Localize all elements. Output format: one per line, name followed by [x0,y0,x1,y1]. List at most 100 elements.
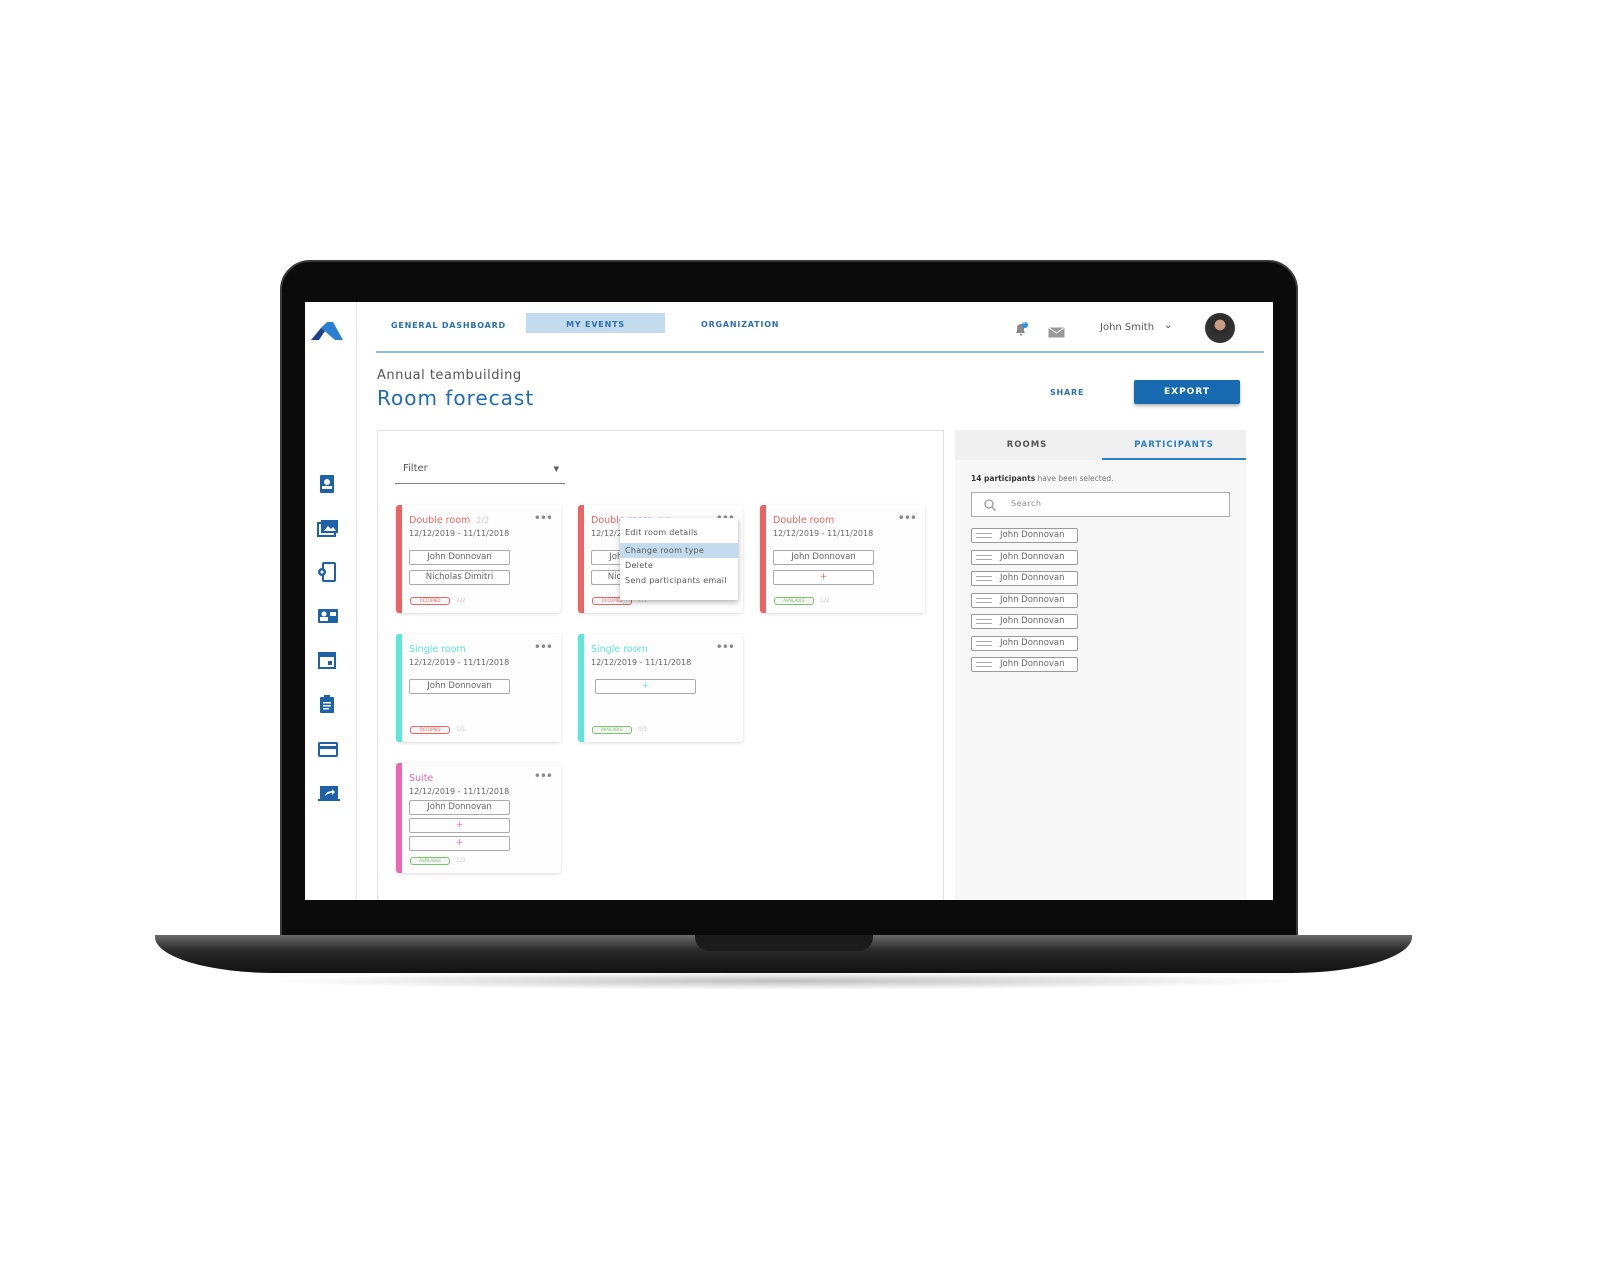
gallery-icon[interactable] [317,518,339,538]
room-type: Double room2/2 [409,515,490,526]
menu-item-delete[interactable]: Delete [620,558,738,573]
tab-participants[interactable]: PARTICIPANTS [1102,440,1246,450]
room-type: Suite [409,773,434,784]
more-options-icon[interactable]: ••• [898,511,917,525]
room-card[interactable]: Suite 12/12/2019 - 11/11/2018 ••• John Do… [396,763,561,873]
status-badge: OCCUPIED [410,726,450,734]
notification-bell-icon[interactable]: 3 [1014,320,1028,336]
selection-text: have been selected. [1035,474,1114,483]
room-dates: 12/12/2019 - 11/11/2018 [591,658,692,667]
participant-item[interactable]: John Donnovan [971,614,1078,629]
drag-handle-icon[interactable] [976,533,992,538]
credit-card-icon[interactable] [317,739,339,759]
tab-organization[interactable]: ORGANIZATION [701,320,779,329]
page-title: Room forecast [377,386,535,410]
room-color-bar [396,634,402,742]
room-dates: 12/12/2019 - 11/11/2018 [409,529,510,538]
mail-icon[interactable] [1048,323,1065,342]
search-placeholder: Search [1011,499,1042,508]
room-color-bar [578,505,584,613]
tab-general-dashboard[interactable]: GENERAL DASHBOARD [391,321,506,330]
sidebar [305,302,357,900]
slot-count: 1/1 [456,726,466,733]
participant-name: John Donnovan [1000,551,1065,562]
participant-name: John Donnovan [1000,637,1065,648]
tab-rooms[interactable]: ROOMS [955,440,1099,450]
participant-name: John Donnovan [1000,659,1065,669]
occupant-slot[interactable]: John Donnovan [409,800,510,815]
room-card[interactable]: Single room 12/12/2019 - 11/11/2018 ••• +… [578,634,743,742]
participant-item[interactable]: John Donnovan [971,657,1078,672]
room-color-bar [396,763,402,873]
add-occupant-slot[interactable]: + [595,679,696,694]
status-badge: OCCUPIED [410,597,450,605]
room-dates: 12/12/2019 - 11/11/2018 [409,658,510,667]
slot-count: 1/3 [456,857,466,864]
room-card[interactable]: Single room 12/12/2019 - 11/11/2018 ••• J… [396,634,561,742]
add-occupant-slot[interactable]: + [409,836,510,851]
participant-item[interactable]: John Donnovan [971,571,1078,586]
drag-handle-icon[interactable] [976,640,992,646]
header-divider [376,351,1264,353]
device-settings-icon[interactable] [317,562,339,582]
room-context-menu: Edit room details Change room type Delet… [620,518,738,600]
room-count: 2/2 [476,516,490,525]
avatar[interactable] [1205,313,1235,343]
drag-handle-icon[interactable] [976,597,992,603]
add-occupant-slot[interactable]: + [773,570,874,585]
room-card[interactable]: Double room 12/12/2019 - 11/11/2018 ••• J… [760,505,925,613]
occupant-slot[interactable]: Nicholas Dimitri [409,570,510,585]
participant-item[interactable]: John Donnovan [971,635,1078,651]
clipboard-icon[interactable] [317,694,339,714]
occupant-slot[interactable]: John Donnovan [409,679,510,694]
room-type: Single room [591,644,648,655]
participant-item[interactable]: John Donnovan [971,549,1078,565]
slot-count: 2/2 [456,597,466,604]
occupant-slot[interactable]: John Donnovan [409,550,510,565]
status-badge: AVAILABLE [410,857,450,865]
participant-name: John Donnovan [1000,594,1065,605]
room-type: Double room [773,515,835,526]
menu-item-edit-room-details[interactable]: Edit room details [620,525,738,540]
slot-count: 0/1 [638,726,648,733]
drag-handle-icon[interactable] [976,554,992,560]
laptop-shadow [260,972,1310,990]
status-badge: AVAILABLE [774,597,814,605]
participant-item[interactable]: John Donnovan [971,528,1078,543]
add-occupant-slot[interactable]: + [409,818,510,833]
participant-name: John Donnovan [1000,573,1065,583]
tab-my-events[interactable]: MY EVENTS [526,313,665,333]
room-color-bar [760,505,766,613]
selection-count: 14 participants [971,474,1036,483]
participant-item[interactable]: John Donnovan [971,592,1078,608]
status-badge: AVAILABLE [592,726,632,734]
drag-handle-icon[interactable] [976,619,992,624]
export-button[interactable]: EXPORT [1134,380,1240,404]
user-name[interactable]: John Smith [1100,322,1154,333]
menu-item-change-room-type[interactable]: Change room type [620,543,738,558]
room-dates: 12/12/2019 - 11/11/2018 [773,529,874,538]
menu-item-send-participants-email[interactable]: Send participants email [620,573,738,588]
drag-handle-icon[interactable] [976,662,992,667]
contact-book-icon[interactable] [317,474,339,494]
chevron-down-icon[interactable]: ⌄ [1164,320,1172,331]
laptop-notch [695,935,873,951]
room-card[interactable]: Double room2/2 12/12/2019 - 11/11/2018 •… [396,505,561,613]
more-options-icon[interactable]: ••• [534,511,553,525]
event-subtitle: Annual teambuilding [377,368,522,383]
occupant-slot[interactable]: John Donnovan [773,550,874,565]
search-input[interactable]: Search [971,492,1230,517]
drag-handle-icon[interactable] [976,576,992,581]
calendar-icon[interactable] [317,650,339,670]
room-dates: 12/12/2019 - 11/11/2018 [409,787,510,796]
share-screen-icon[interactable] [317,784,340,804]
id-card-icon[interactable] [317,606,339,626]
more-options-icon[interactable]: ••• [534,769,553,783]
search-icon [984,499,996,511]
share-button[interactable]: SHARE [1050,388,1084,397]
more-options-icon[interactable]: ••• [534,640,553,654]
filter-label: Filter [403,463,428,474]
filter-dropdown[interactable]: Filter ▼ [395,462,565,484]
active-tab-indicator [1102,458,1246,460]
more-options-icon[interactable]: ••• [716,640,735,654]
